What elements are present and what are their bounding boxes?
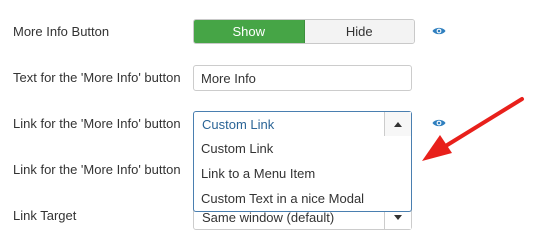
eye-icon[interactable] bbox=[432, 26, 446, 36]
more-info-link-select[interactable]: Custom Link bbox=[193, 111, 412, 137]
more-info-text-input[interactable]: More Info bbox=[193, 65, 412, 91]
caret-down-icon bbox=[394, 214, 402, 220]
more-info-toggle[interactable]: Show Hide bbox=[193, 19, 415, 44]
link-target-label: Link Target bbox=[13, 208, 77, 223]
more-info-link-label-2: Link for the 'More Info' button bbox=[13, 162, 181, 177]
select-value: Custom Link bbox=[202, 116, 275, 132]
more-info-button-label: More Info Button bbox=[13, 24, 110, 39]
hide-button[interactable]: Hide bbox=[304, 20, 414, 43]
dropdown-option[interactable]: Custom Text in a nice Modal bbox=[194, 186, 411, 211]
caret-up-icon bbox=[394, 121, 402, 127]
more-info-text-label: Text for the 'More Info' button bbox=[13, 70, 181, 85]
show-button[interactable]: Show bbox=[194, 20, 305, 43]
select-toggle[interactable] bbox=[384, 112, 411, 136]
more-info-link-label: Link for the 'More Info' button bbox=[13, 116, 181, 131]
dropdown-option[interactable]: Link to a Menu Item bbox=[194, 161, 411, 186]
link-options-dropdown: Custom Link Link to a Menu Item Custom T… bbox=[193, 136, 412, 212]
red-arrow-icon bbox=[422, 97, 524, 161]
dropdown-option[interactable]: Custom Link bbox=[194, 136, 411, 161]
